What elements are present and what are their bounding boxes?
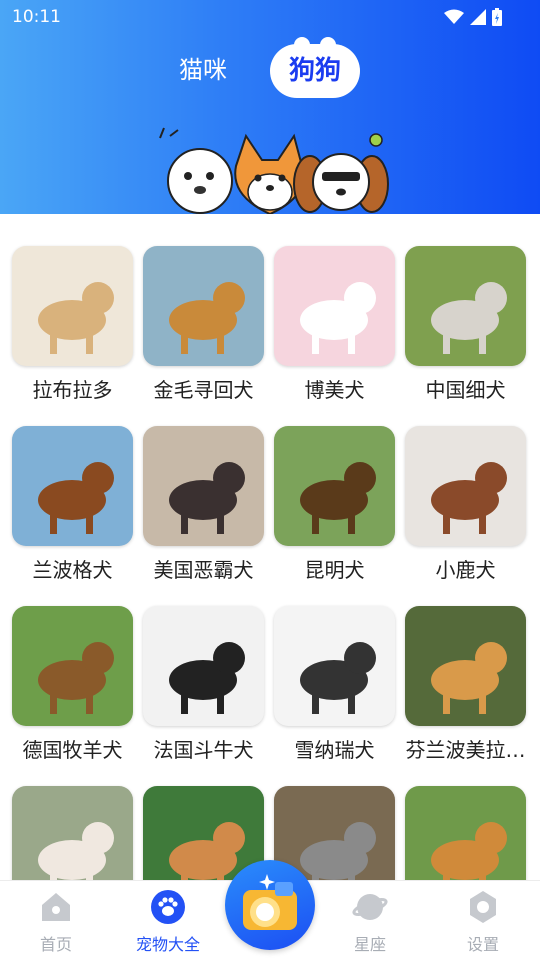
breed-card[interactable]: 雪纳瑞犬 bbox=[274, 606, 395, 763]
nav-item-star[interactable]: 星座 bbox=[320, 889, 420, 955]
status-bar: 10:11 bbox=[0, 0, 540, 34]
battery-icon bbox=[492, 8, 502, 26]
nav-label-settings: 设置 bbox=[466, 935, 499, 954]
breed-name: 法国斗牛犬 bbox=[153, 738, 254, 762]
breed-card[interactable]: 博美犬 bbox=[274, 246, 395, 403]
breed-name: 博美犬 bbox=[304, 378, 365, 402]
settings-icon bbox=[470, 891, 496, 923]
tab-dogs[interactable]: 狗狗 bbox=[270, 37, 360, 98]
breed-name: 芬兰波美拉… bbox=[405, 738, 526, 762]
home-icon bbox=[42, 893, 70, 921]
camera-icon bbox=[243, 874, 297, 930]
breed-name: 小鹿犬 bbox=[435, 558, 496, 582]
breed-card[interactable]: 德国牧羊犬 bbox=[12, 606, 133, 763]
breed-photo bbox=[143, 606, 264, 726]
breed-card[interactable]: 法国斗牛犬 bbox=[143, 606, 264, 763]
breed-card[interactable]: 芬兰波美拉… bbox=[405, 606, 526, 763]
breed-photo bbox=[12, 606, 133, 726]
nav-label-star: 星座 bbox=[353, 935, 386, 954]
breed-card[interactable] bbox=[12, 786, 133, 880]
breed-name: 雪纳瑞犬 bbox=[294, 738, 375, 762]
nav-label-pets: 宠物大全 bbox=[135, 935, 200, 954]
breed-name: 金毛寻回犬 bbox=[153, 378, 254, 402]
breed-card[interactable]: 金毛寻回犬 bbox=[143, 246, 264, 403]
breed-grid: 拉布拉多 金毛寻回犬 博美犬 中国细犬兰波格犬 美国恶霸犬 昆明犬 小鹿犬德国牧羊犬 法国斗牛… bbox=[0, 214, 540, 880]
breed-photo bbox=[274, 426, 395, 546]
breed-name: 拉布拉多 bbox=[32, 378, 113, 402]
breed-photo bbox=[405, 246, 526, 366]
status-time: 10:11 bbox=[12, 7, 61, 27]
breed-name: 中国细犬 bbox=[425, 378, 506, 402]
wifi-icon bbox=[444, 9, 464, 24]
dogs-mascot-illustration bbox=[159, 127, 389, 214]
camera-button[interactable] bbox=[225, 860, 315, 950]
breed-card[interactable]: 美国恶霸犬 bbox=[143, 426, 264, 583]
breed-card[interactable] bbox=[405, 786, 526, 880]
breed-name: 美国恶霸犬 bbox=[153, 558, 254, 582]
breed-card[interactable]: 昆明犬 bbox=[274, 426, 395, 583]
nav-item-pets[interactable]: 宠物大全 bbox=[118, 889, 218, 955]
breed-photo bbox=[405, 786, 526, 880]
breed-card[interactable]: 兰波格犬 bbox=[12, 426, 133, 583]
status-icons bbox=[444, 8, 502, 26]
breed-photo bbox=[405, 426, 526, 546]
tab-ear-left bbox=[294, 37, 310, 53]
nav-item-settings[interactable]: 设置 bbox=[433, 889, 533, 955]
planet-icon bbox=[352, 894, 388, 920]
breed-name: 德国牧羊犬 bbox=[22, 738, 123, 762]
tab-ear-right bbox=[320, 37, 336, 53]
breed-card[interactable]: 小鹿犬 bbox=[405, 426, 526, 583]
paw-icon bbox=[151, 890, 185, 924]
breed-photo bbox=[12, 786, 133, 880]
breed-name: 兰波格犬 bbox=[32, 558, 113, 582]
tab-cats[interactable]: 猫咪 bbox=[170, 50, 236, 90]
breed-name: 昆明犬 bbox=[304, 558, 365, 582]
breed-photo bbox=[405, 606, 526, 726]
nav-item-home[interactable]: 首页 bbox=[6, 889, 106, 955]
signal-icon bbox=[470, 9, 486, 25]
breed-photo bbox=[143, 246, 264, 366]
breed-photo bbox=[274, 246, 395, 366]
tab-dogs-label: 狗狗 bbox=[288, 56, 341, 86]
breed-photo bbox=[12, 246, 133, 366]
breed-photo bbox=[143, 426, 264, 546]
breed-card[interactable]: 中国细犬 bbox=[405, 246, 526, 403]
breed-photo bbox=[274, 606, 395, 726]
breed-card[interactable]: 拉布拉多 bbox=[12, 246, 133, 403]
nav-label-home: 首页 bbox=[39, 935, 72, 954]
header-banner: 10:11 猫咪 狗狗 bbox=[0, 0, 540, 214]
breed-photo bbox=[12, 426, 133, 546]
